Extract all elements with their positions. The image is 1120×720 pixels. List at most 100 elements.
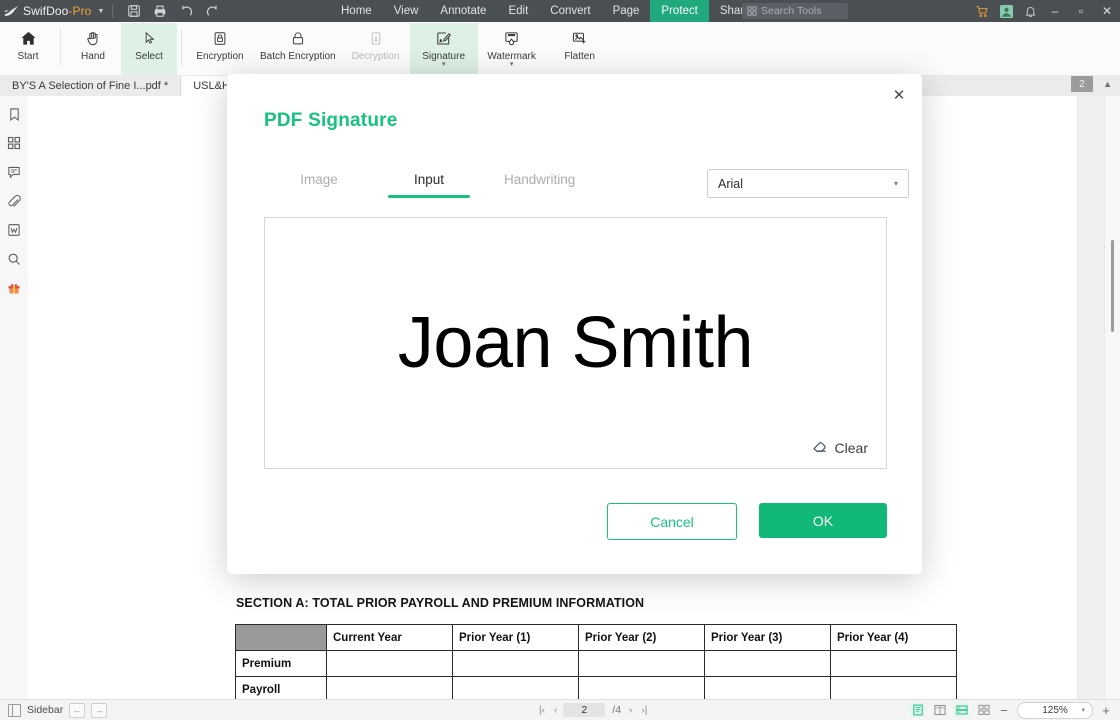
status-left-group: Sidebar ← → (0, 702, 108, 718)
grid-view-icon[interactable] (976, 703, 991, 717)
font-select-value: Arial (718, 176, 744, 191)
watermark-icon (503, 27, 520, 49)
chevron-down-icon[interactable]: ▾ (1081, 706, 1085, 714)
menu-item-protect[interactable]: Protect (650, 0, 709, 22)
last-page-button[interactable]: ›| (638, 705, 650, 716)
home-icon (20, 27, 37, 49)
zoom-level-value: 125% (1042, 704, 1068, 716)
search-placeholder: Search Tools (761, 5, 822, 17)
save-icon[interactable] (121, 0, 147, 22)
main-menu: Home View Annotate Edit Convert Page Pro… (330, 0, 807, 22)
avatar[interactable] (994, 0, 1018, 22)
divider (112, 4, 114, 18)
padlock-icon (290, 27, 306, 49)
unlock-icon (368, 27, 384, 49)
search-icon (747, 6, 757, 16)
print-icon[interactable] (147, 0, 173, 22)
next-view-button[interactable]: → (91, 702, 108, 718)
font-select[interactable]: Arial ▾ (707, 169, 909, 198)
minimize-button[interactable]: – (1042, 0, 1068, 22)
sidebar-label[interactable]: Sidebar (27, 704, 63, 716)
zoom-level-select[interactable]: 125% ▾ (1017, 701, 1093, 719)
divider (60, 29, 61, 65)
page-number-input[interactable]: 2 (563, 703, 606, 717)
brand-suffix: -Pro (68, 4, 92, 18)
bell-icon[interactable] (1018, 0, 1042, 22)
ribbon-label: Decryption (351, 51, 400, 62)
signature-preview-canvas[interactable]: Joan Smith Clear (264, 217, 887, 469)
app-logo-icon (0, 0, 22, 22)
chevron-down-icon[interactable]: ▾ (510, 61, 514, 68)
ribbon-label: Select (135, 51, 163, 62)
ribbon-item-decryption: Decryption (342, 23, 410, 77)
menu-item-annotate[interactable]: Annotate (429, 0, 497, 22)
ribbon-item-flatten[interactable]: Flatten (546, 23, 614, 77)
dialog-actions: Cancel OK (607, 503, 887, 540)
redo-icon[interactable] (199, 0, 225, 22)
tabstrip-right-group: 2 ▲ (1071, 76, 1116, 92)
ribbon-toolbar: Start Hand Select Encryption Batch Encry… (0, 22, 1120, 77)
ribbon-label: Batch Encryption (260, 51, 336, 62)
chevron-down-icon[interactable]: ▾ (894, 179, 898, 188)
zoom-in-button[interactable]: + (1100, 703, 1112, 718)
ribbon-item-watermark[interactable]: Watermark ▾ (478, 23, 546, 77)
cursor-icon (142, 27, 157, 49)
continuous-view-icon[interactable] (954, 703, 969, 717)
menu-item-home[interactable]: Home (330, 0, 383, 22)
cart-icon[interactable] (970, 0, 994, 22)
chevron-up-icon[interactable]: ▲ (1099, 79, 1116, 89)
page-count-badge: 2 (1071, 76, 1094, 92)
signature-mode-tabs: Image Input Handwriting (264, 164, 595, 198)
maximize-button[interactable]: ▫ (1068, 0, 1094, 22)
ribbon-item-batch-encryption[interactable]: Batch Encryption (254, 23, 342, 77)
hand-icon (85, 27, 101, 49)
zoom-out-button[interactable]: − (998, 703, 1010, 718)
search-tools-input[interactable]: Search Tools (742, 3, 848, 19)
chevron-down-icon[interactable]: ▾ (442, 61, 446, 68)
page-total-label: /4 (612, 704, 622, 716)
status-bar: Sidebar ← → |‹ ‹ 2 /4 › ›| − 125% ▾ + (0, 699, 1120, 720)
tab-image[interactable]: Image (264, 164, 374, 194)
two-page-view-icon[interactable] (932, 703, 947, 717)
brand-label: SwifDoo-Pro (23, 4, 91, 18)
menu-item-page[interactable]: Page (602, 0, 651, 22)
tab-handwriting[interactable]: Handwriting (484, 164, 595, 194)
dialog-title: PDF Signature (264, 110, 398, 131)
signature-icon (435, 27, 452, 49)
ribbon-label: Encryption (196, 51, 244, 62)
previous-page-button[interactable]: ‹ (551, 705, 560, 716)
page-navigation: |‹ ‹ 2 /4 › ›| (536, 703, 650, 717)
menu-item-view[interactable]: View (383, 0, 430, 22)
undo-icon[interactable] (173, 0, 199, 22)
cancel-button[interactable]: Cancel (607, 503, 737, 540)
menu-item-convert[interactable]: Convert (539, 0, 601, 22)
signature-text: Joan Smith (397, 303, 754, 383)
brand-chevron-down-icon[interactable]: ▼ (97, 8, 104, 15)
ribbon-item-hand[interactable]: Hand (65, 23, 121, 77)
title-bar: SwifDoo-Pro ▼ Home View Annotate Edit Co… (0, 0, 1120, 22)
brand-name: SwifDoo (23, 4, 69, 18)
sidebar-toggle-icon[interactable] (8, 703, 21, 717)
ribbon-item-encryption[interactable]: Encryption (186, 23, 254, 77)
next-page-button[interactable]: › (626, 705, 635, 716)
tab-input[interactable]: Input (374, 164, 484, 198)
lock-shield-icon (212, 27, 228, 49)
previous-view-button[interactable]: ← (69, 702, 86, 718)
document-tab-1[interactable]: BY'S A Selection of Fine I...pdf * (0, 76, 182, 96)
single-page-view-icon[interactable] (910, 703, 925, 717)
ribbon-label: Hand (81, 51, 105, 62)
first-page-button[interactable]: |‹ (536, 705, 548, 716)
menu-item-edit[interactable]: Edit (497, 0, 539, 22)
swifdoo-window: SwifDoo-Pro ▼ Home View Annotate Edit Co… (0, 0, 1120, 720)
ok-button[interactable]: OK (759, 503, 887, 538)
pdf-signature-dialog: ✕ PDF Signature Image Input Handwriting … (227, 74, 922, 574)
close-icon[interactable]: ✕ (886, 82, 912, 108)
flatten-icon (571, 27, 588, 49)
ribbon-item-start[interactable]: Start (0, 23, 56, 77)
clear-label: Clear (834, 440, 868, 456)
ribbon-item-signature[interactable]: Signature ▾ (409, 23, 478, 77)
clear-button[interactable]: Clear (812, 438, 868, 458)
close-button[interactable]: ✕ (1094, 0, 1120, 22)
status-right-group: − 125% ▾ + (910, 701, 1112, 719)
ribbon-item-select[interactable]: Select (121, 23, 177, 77)
